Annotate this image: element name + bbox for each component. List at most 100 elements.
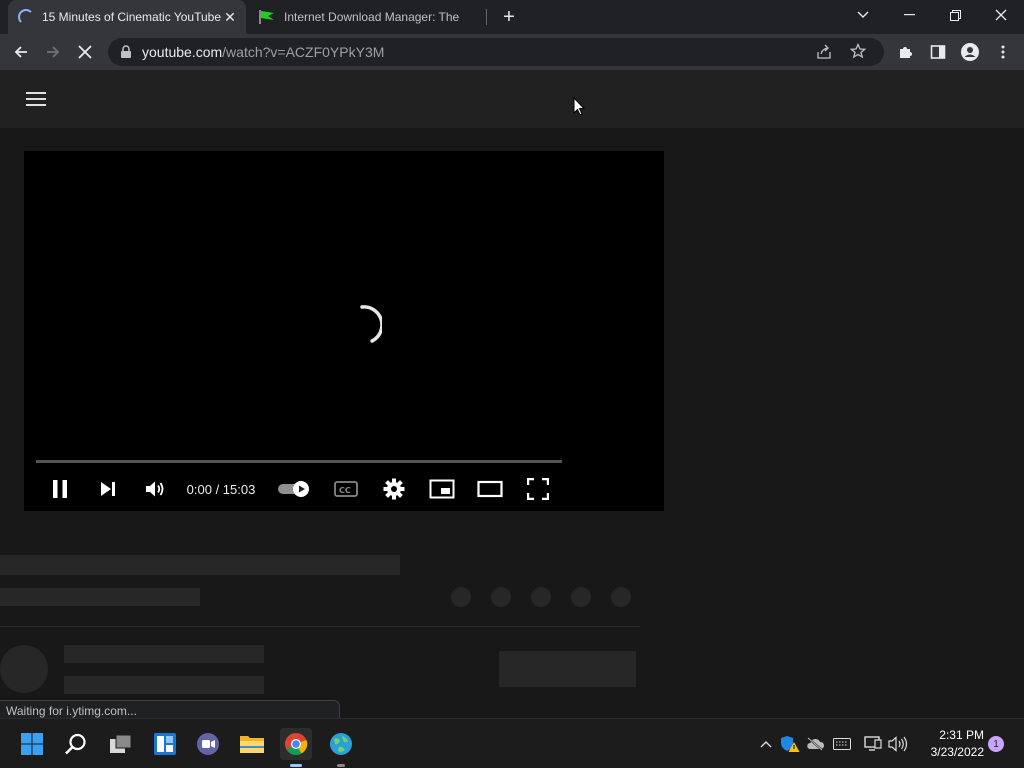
profile-button[interactable]: [955, 37, 985, 67]
new-tab-button[interactable]: +: [498, 6, 520, 28]
hamburger-menu-icon[interactable]: [24, 88, 48, 108]
onedrive-button[interactable]: [804, 733, 826, 755]
browser-status-bar: Waiting for i.ytimg.com...: [0, 700, 340, 720]
tab-title: 15 Minutes of Cinematic YouTube: [42, 10, 221, 24]
action-placeholder: [611, 587, 631, 607]
video-player[interactable]: 0:00 / 15:03 CC: [24, 151, 664, 511]
miniplayer-button[interactable]: [428, 471, 456, 507]
pause-button[interactable]: [48, 471, 72, 507]
taskbar-clock[interactable]: 2:31 PM 3/23/2022: [912, 727, 984, 761]
keyboard-button[interactable]: [832, 733, 852, 755]
minimize-button[interactable]: [886, 0, 932, 30]
windows-taskbar: 2:31 PM 3/23/2022 1: [0, 718, 1024, 768]
idm-flag-icon: [259, 10, 274, 24]
url-host: youtube.com: [142, 44, 223, 60]
notification-badge[interactable]: 1: [988, 736, 1004, 752]
tab-strip: 15 Minutes of Cinematic YouTube ✕ Intern…: [0, 0, 1024, 34]
restore-icon: [949, 9, 961, 21]
restore-button[interactable]: [932, 0, 978, 30]
menu-button[interactable]: [988, 37, 1018, 67]
clock-date: 3/23/2022: [930, 745, 984, 759]
action-placeholder: [491, 587, 511, 607]
tab-youtube[interactable]: 15 Minutes of Cinematic YouTube ✕: [8, 0, 246, 34]
widgets-icon: [154, 733, 176, 755]
lock-icon: [121, 45, 131, 58]
action-placeholder: [571, 587, 591, 607]
windows-logo-icon: [21, 733, 43, 755]
search-icon: [65, 733, 86, 755]
action-placeholder: [451, 587, 471, 607]
clock-time: 2:31 PM: [939, 728, 984, 742]
share-icon: [817, 44, 831, 59]
close-icon: [995, 9, 1007, 21]
file-explorer-button[interactable]: [236, 728, 268, 760]
close-window-button[interactable]: [978, 0, 1024, 30]
chrome-icon: [285, 733, 308, 755]
closed-captions-icon: CC: [334, 481, 358, 497]
url-path: /watch?v=ACZF0YPkY3M: [222, 44, 385, 60]
fullscreen-button[interactable]: [524, 471, 552, 507]
network-app-button[interactable]: [325, 728, 357, 760]
side-panel-button[interactable]: [923, 37, 953, 67]
pause-icon: [53, 480, 67, 498]
security-status-button[interactable]: [780, 733, 800, 755]
volume-button[interactable]: [143, 471, 167, 507]
time-display: 0:00 / 15:03: [186, 481, 256, 497]
stop-loading-button[interactable]: [70, 37, 100, 67]
avatar-placeholder: [0, 645, 48, 693]
active-app-indicator: [290, 764, 302, 767]
teams-chat-button[interactable]: [192, 728, 224, 760]
tab-search-button[interactable]: [840, 0, 886, 30]
share-button[interactable]: [816, 44, 832, 63]
subscribe-placeholder: [499, 651, 636, 687]
show-hidden-icons-button[interactable]: [758, 733, 774, 755]
autoplay-toggle-icon: [278, 481, 309, 497]
masthead: [0, 70, 1024, 128]
start-button[interactable]: [16, 728, 48, 760]
side-panel-icon: [930, 45, 946, 59]
subtitle-placeholder: [0, 588, 200, 606]
miniplayer-icon: [429, 479, 455, 499]
tab-close-icon[interactable]: ✕: [222, 9, 238, 25]
volume-tray-button[interactable]: [888, 733, 908, 755]
globe-icon: [330, 733, 352, 755]
network-button[interactable]: [862, 733, 884, 755]
tab-divider: [486, 9, 487, 25]
theater-mode-button[interactable]: [476, 471, 504, 507]
skip-next-icon: [101, 482, 115, 496]
arrow-right-icon: [47, 46, 60, 58]
autoplay-toggle[interactable]: [276, 471, 312, 507]
bookmark-button[interactable]: [849, 42, 867, 62]
minimize-icon: [903, 14, 915, 16]
next-button[interactable]: [96, 471, 120, 507]
star-icon: [849, 42, 867, 59]
tab-title: Internet Download Manager: The: [284, 10, 460, 24]
chevron-down-icon: [857, 11, 869, 18]
action-placeholder: [531, 587, 551, 607]
tab-idm[interactable]: Internet Download Manager: The: [250, 0, 480, 34]
youtube-page: 0:00 / 15:03 CC Waiting for i.ytimg.com.…: [0, 70, 1024, 720]
subscriber-count-placeholder: [64, 676, 264, 694]
theater-mode-icon: [477, 480, 503, 498]
task-view-icon: [110, 734, 132, 753]
folder-icon: [240, 736, 264, 753]
arrow-left-icon: [14, 46, 27, 58]
settings-button[interactable]: [382, 471, 406, 507]
buffering-spinner-icon: [360, 305, 382, 343]
divider: [0, 626, 640, 627]
chevron-up-icon: [760, 741, 772, 748]
profile-icon: [961, 43, 979, 61]
player-controls: 0:00 / 15:03 CC: [24, 471, 664, 507]
speaker-icon: [888, 736, 908, 752]
back-button[interactable]: [6, 37, 36, 67]
widgets-button[interactable]: [149, 728, 181, 760]
address-bar[interactable]: youtube.com/watch?v=ACZF0YPkY3M: [108, 38, 884, 66]
extensions-button[interactable]: [891, 37, 921, 67]
progress-bar[interactable]: [36, 460, 562, 463]
forward-button[interactable]: [38, 37, 68, 67]
task-view-button[interactable]: [105, 728, 137, 760]
captions-button[interactable]: CC: [332, 471, 360, 507]
svg-text:CC: CC: [339, 486, 351, 495]
chrome-button[interactable]: [280, 728, 312, 760]
search-button[interactable]: [60, 728, 92, 760]
